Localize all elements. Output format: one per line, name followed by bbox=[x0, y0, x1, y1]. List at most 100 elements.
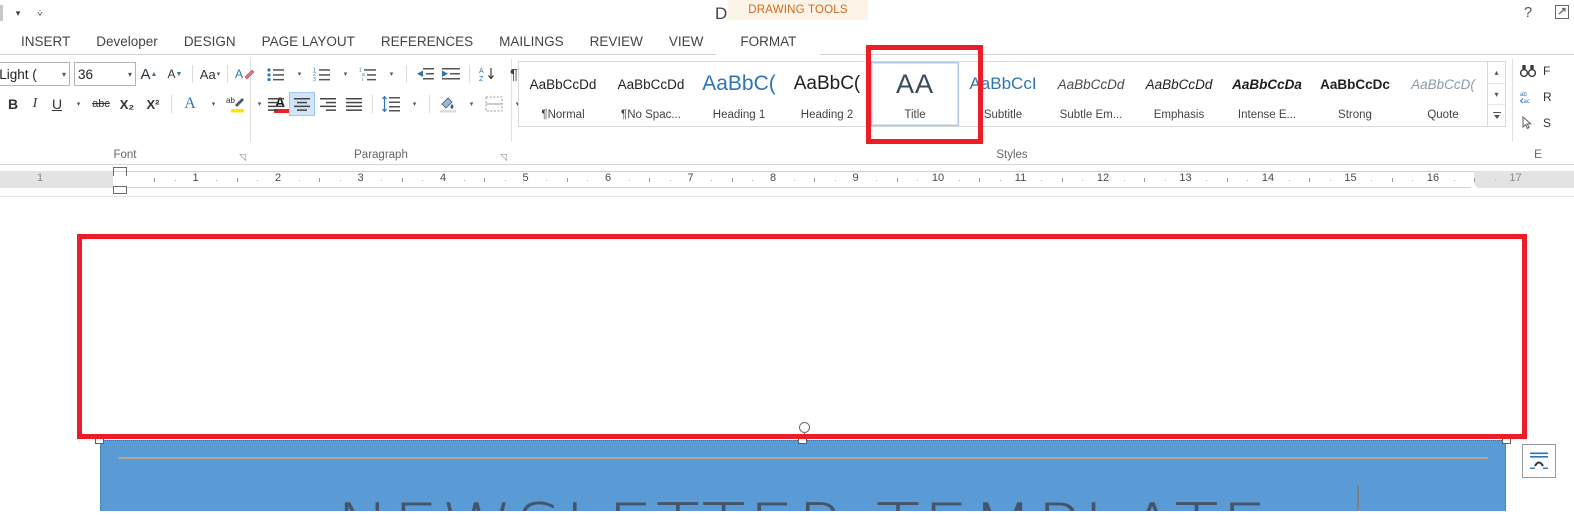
style-item-heading-2[interactable]: AaBbC( Heading 2 bbox=[783, 62, 871, 126]
bullets-dropdown-icon[interactable]: ▾ bbox=[289, 61, 309, 87]
align-center-button[interactable] bbox=[289, 92, 315, 116]
styles-scrollbar[interactable]: ▴ ▾ bbox=[1488, 61, 1506, 127]
ribbon-tab-strip: INSERT Developer DESIGN PAGE LAYOUT REFERENC… bbox=[0, 27, 1574, 55]
strikethrough-label: abc bbox=[92, 98, 110, 110]
underline-button[interactable]: U bbox=[46, 91, 68, 117]
ruler-left-margin[interactable] bbox=[0, 171, 113, 188]
text-effects-dropdown-icon[interactable]: ▾ bbox=[203, 91, 223, 117]
shape-title-text[interactable]: NEWSLETTER TEMPLATE bbox=[100, 440, 1506, 511]
underline-label: U bbox=[51, 96, 63, 112]
layout-options-button[interactable] bbox=[1522, 444, 1556, 478]
font-name-dropdown-icon[interactable]: ▾ bbox=[62, 70, 66, 79]
left-indent-marker[interactable] bbox=[113, 186, 127, 194]
ribbon-display-options-icon[interactable] bbox=[1552, 1, 1572, 23]
subscript-button[interactable]: X₂ bbox=[114, 91, 140, 117]
styles-more-icon[interactable] bbox=[1488, 105, 1505, 126]
numbering-icon[interactable]: 1 2 3 bbox=[309, 61, 335, 87]
underline-dropdown-icon[interactable]: ▾ bbox=[68, 91, 88, 117]
ruler-tick bbox=[504, 180, 506, 181]
select-button[interactable]: S bbox=[1517, 111, 1551, 135]
style-item-no-spac[interactable]: AaBbCcDd ¶ No Spac... bbox=[607, 62, 695, 126]
first-line-indent-marker[interactable] bbox=[113, 167, 141, 182]
ruler-number: 14 bbox=[1261, 172, 1275, 184]
document-canvas[interactable]: NEWSLETTER TEMPLATE bbox=[0, 197, 1574, 511]
style-item-title[interactable]: AA Title bbox=[871, 62, 959, 126]
ribbon-tab-page-layout[interactable]: PAGE LAYOUT bbox=[249, 27, 368, 55]
style-name: Intense E... bbox=[1237, 109, 1297, 121]
line-spacing-icon[interactable] bbox=[378, 91, 404, 117]
ruler-tick bbox=[1144, 178, 1146, 182]
help-icon[interactable]: ? bbox=[1518, 1, 1538, 23]
font-name-input[interactable]: ri Light ( ▾ bbox=[0, 62, 70, 86]
ribbon-tab-review[interactable]: REVIEW bbox=[577, 27, 656, 55]
paragraph-group: ▾ 1 2 3 ▾ 1 a i ▾ A Z ¶ ▾ ▾ Paragraph ◹ bbox=[251, 55, 519, 165]
multilevel-dropdown-icon[interactable]: ▾ bbox=[381, 61, 401, 87]
ribbon-tab-references[interactable]: REFERENCES bbox=[368, 27, 486, 55]
style-preview: AaBbC( bbox=[793, 73, 861, 94]
ribbon-tab-mailings[interactable]: MAILINGS bbox=[486, 27, 577, 55]
justify-button[interactable] bbox=[341, 92, 367, 116]
style-item-subtle-em[interactable]: AaBbCcDd Subtle Em... bbox=[1047, 62, 1135, 126]
bullets-icon[interactable] bbox=[263, 61, 289, 87]
style-name: Heading 2 bbox=[800, 109, 854, 121]
sort-icon[interactable]: A Z bbox=[475, 61, 501, 87]
paragraph-dialog-launcher-icon[interactable]: ◹ bbox=[500, 152, 507, 163]
ribbon-tab-view[interactable]: VIEW bbox=[656, 27, 717, 55]
ruler-tick bbox=[1391, 178, 1393, 182]
font-dialog-launcher-icon[interactable]: ◹ bbox=[239, 152, 246, 163]
ribbon-tab-insert[interactable]: INSERT bbox=[8, 27, 83, 55]
ruler-number: 15 bbox=[1344, 172, 1357, 184]
shrink-font-icon[interactable]: A ▼ bbox=[162, 61, 188, 87]
styles-scroll-down-icon[interactable]: ▾ bbox=[1488, 84, 1505, 106]
grow-font-label: A bbox=[140, 65, 151, 83]
ribbon-tab-developer[interactable]: Developer bbox=[83, 27, 171, 55]
style-item-subtitle[interactable]: AaBbCcI Subtitle bbox=[959, 62, 1047, 126]
highlight-color-icon[interactable]: ab bbox=[223, 91, 249, 117]
ruler-tick bbox=[1041, 180, 1043, 181]
find-button[interactable]: F bbox=[1517, 59, 1550, 83]
font-size-input[interactable]: 36 ▾ bbox=[74, 62, 136, 86]
hanging-indent-marker[interactable] bbox=[113, 179, 127, 186]
ruler-right-margin[interactable] bbox=[1474, 171, 1574, 188]
numbering-dropdown-icon[interactable]: ▾ bbox=[335, 61, 355, 87]
decrease-indent-icon[interactable] bbox=[412, 61, 438, 87]
text-effects-icon[interactable]: A bbox=[177, 91, 203, 117]
ribbon-tab-design[interactable]: DESIGN bbox=[171, 27, 249, 55]
shading-dropdown-icon[interactable]: ▾ bbox=[461, 91, 481, 117]
multilevel-list-icon[interactable]: 1 a i bbox=[355, 61, 381, 87]
shading-icon[interactable] bbox=[435, 91, 461, 117]
styles-gallery[interactable]: AaBbCcDd ¶ Normal AaBbCcDd ¶ No Spac... AaBb… bbox=[518, 61, 1488, 127]
align-left-button[interactable] bbox=[263, 92, 289, 116]
style-item-quote[interactable]: AaBbCcD(Quote bbox=[1399, 62, 1487, 126]
style-item-strong[interactable]: AaBbCcDc Strong bbox=[1311, 62, 1399, 126]
right-indent-marker[interactable] bbox=[1467, 184, 1481, 192]
styles-scroll-up-icon[interactable]: ▴ bbox=[1488, 62, 1505, 84]
style-item-intense-e[interactable]: AaBbCcDa Intense E... bbox=[1223, 62, 1311, 126]
font-size-dropdown-icon[interactable]: ▾ bbox=[128, 70, 132, 79]
resize-handle-top-center[interactable] bbox=[798, 435, 807, 444]
resize-handle-top-right[interactable] bbox=[1502, 435, 1511, 444]
para-divider-4 bbox=[429, 95, 430, 113]
grow-font-icon[interactable]: A ▲ bbox=[136, 61, 162, 87]
selected-text-box-shape[interactable]: NEWSLETTER TEMPLATE bbox=[95, 422, 1511, 511]
horizontal-ruler[interactable]: 1 1 2 3 4 5 6 7 8 9 10 11 12 13 14 15 16 17 bbox=[0, 165, 1574, 197]
ribbon-tab-format[interactable]: FORMAT bbox=[716, 27, 821, 55]
editing-group-label: E bbox=[1534, 149, 1542, 161]
ruler-tick bbox=[1226, 178, 1228, 182]
italic-button[interactable]: I bbox=[24, 91, 46, 117]
resize-handle-top-left[interactable] bbox=[95, 435, 104, 444]
style-item-emphasis[interactable]: AaBbCcDd Emphasis bbox=[1135, 62, 1223, 126]
line-spacing-dropdown-icon[interactable]: ▾ bbox=[404, 91, 424, 117]
style-item-normal[interactable]: AaBbCcDd ¶ Normal bbox=[519, 62, 607, 126]
strikethrough-button[interactable]: abc bbox=[88, 91, 114, 117]
document-page[interactable]: NEWSLETTER TEMPLATE bbox=[0, 197, 1574, 511]
borders-icon[interactable] bbox=[481, 91, 507, 117]
change-case-icon[interactable]: Aa ▾ bbox=[197, 61, 223, 87]
align-right-button[interactable] bbox=[315, 92, 341, 116]
replace-button[interactable]: ab ac R bbox=[1517, 85, 1552, 109]
bold-button[interactable]: B bbox=[2, 91, 24, 117]
superscript-button[interactable]: X² bbox=[140, 91, 166, 117]
style-item-heading-1[interactable]: AaBbC(Heading 1 bbox=[695, 62, 783, 126]
ruler-tick bbox=[711, 180, 713, 181]
increase-indent-icon[interactable] bbox=[438, 61, 464, 87]
